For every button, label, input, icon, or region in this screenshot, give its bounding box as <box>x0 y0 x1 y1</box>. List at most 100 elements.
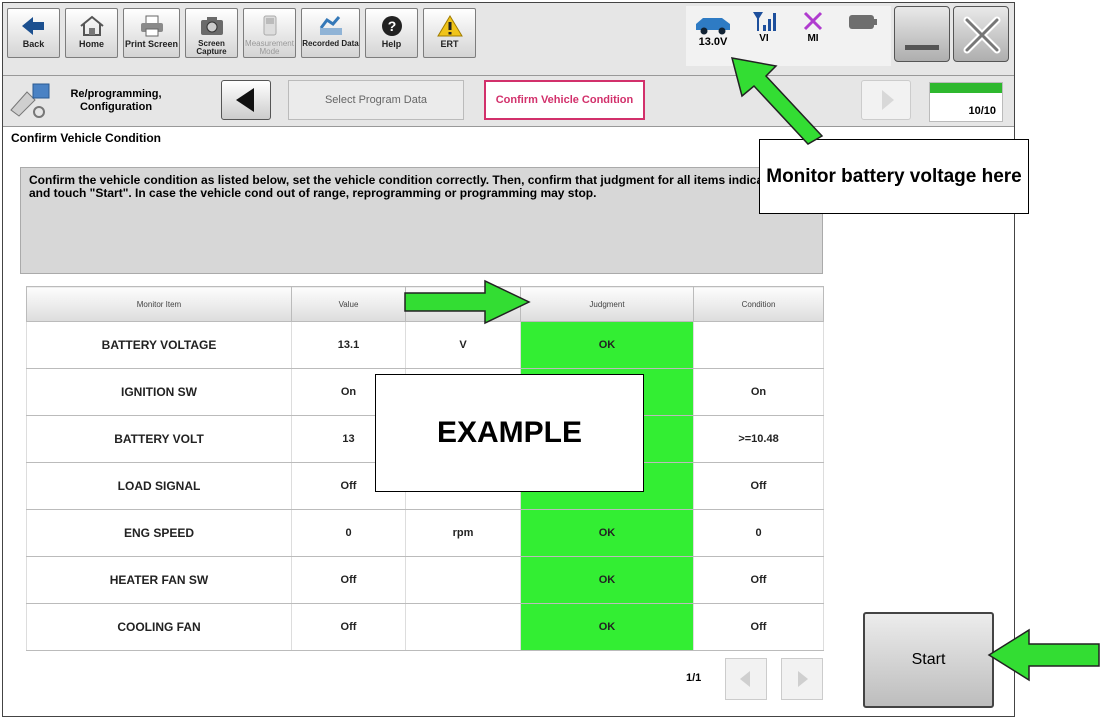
vi-indicator: VI <box>741 6 787 44</box>
judgment-cell: OK <box>520 509 694 557</box>
application-window: Back Home Print Screen Screen Capture Me… <box>2 2 1015 717</box>
vehicle-voltage-indicator: 13.0V <box>690 6 736 48</box>
mi-label: MI <box>807 33 819 44</box>
svg-text:?: ? <box>387 18 396 34</box>
table-row: ENG SPEED 0 rpm OK 0 <box>26 509 824 557</box>
recorded-data-button[interactable]: Recorded Data <box>301 8 360 58</box>
battery-icon <box>849 15 877 29</box>
back-button[interactable]: Back <box>7 8 60 58</box>
monitor-item-cell: BATTERY VOLT <box>26 415 292 463</box>
warning-icon <box>436 15 463 37</box>
column-condition: Condition <box>693 286 824 322</box>
print-screen-label: Print Screen <box>124 39 179 49</box>
monitor-item-cell: BATTERY VOLTAGE <box>26 321 292 369</box>
back-label: Back <box>22 39 45 49</box>
arrow-right-icon <box>404 279 531 325</box>
vi-label: VI <box>759 33 769 44</box>
table-row: BATTERY VOLTAGE 13.1 V OK <box>26 321 824 369</box>
home-button[interactable]: Home <box>65 8 118 58</box>
minimize-button[interactable] <box>894 6 950 62</box>
unit-cell: V <box>405 321 521 369</box>
judgment-cell: OK <box>520 556 694 604</box>
column-monitor-item: Monitor Item <box>26 286 292 322</box>
condition-cell: Off <box>693 603 824 651</box>
instructions-text: Confirm the vehicle condition as listed … <box>20 167 823 274</box>
recorded-data-icon <box>319 16 342 35</box>
column-judgment: Judgment <box>520 286 694 322</box>
close-icon <box>963 16 1001 54</box>
unit-cell: rpm <box>405 509 521 557</box>
monitor-item-cell: HEATER FAN SW <box>26 556 292 604</box>
camera-icon <box>200 17 223 35</box>
table-row: COOLING FAN Off OK Off <box>26 603 824 651</box>
start-button[interactable]: Start <box>863 612 994 708</box>
screen-capture-button[interactable]: Screen Capture <box>185 8 238 58</box>
home-label: Home <box>78 39 104 49</box>
print-screen-button[interactable]: Print Screen <box>123 8 180 58</box>
close-button[interactable] <box>953 6 1009 62</box>
breadcrumb-title: Re/programming, Configuration <box>70 88 162 113</box>
printer-icon <box>140 15 163 37</box>
back-arrow-icon <box>21 17 44 35</box>
help-button[interactable]: ? Help <box>365 8 418 58</box>
measurement-icon <box>263 15 276 36</box>
condition-cell: On <box>693 368 824 416</box>
ert-button[interactable]: ERT <box>423 8 476 58</box>
judgment-cell: OK <box>520 603 694 651</box>
page-indicator: 1/1 <box>686 672 702 684</box>
toolbar: Back Home Print Screen Screen Capture Me… <box>3 3 1014 76</box>
home-icon <box>79 15 104 36</box>
page-previous-button[interactable] <box>725 658 767 700</box>
value-cell: Off <box>291 603 406 651</box>
table-row: HEATER FAN SW Off OK Off <box>26 556 824 604</box>
unit-cell <box>405 603 521 651</box>
condition-cell: >=10.48 <box>693 415 824 463</box>
previous-step-button[interactable] <box>221 80 271 120</box>
progress-indicator: 10/10 <box>929 82 1003 122</box>
step-select-program-data: Select Program Data <box>288 80 464 120</box>
measurement-mode-label: Measurement Mode <box>245 39 294 56</box>
battery-indicator <box>840 6 886 30</box>
progress-bar <box>930 83 1002 93</box>
condition-cell: 0 <box>693 509 824 557</box>
triangle-left-icon <box>740 671 750 687</box>
value-cell: Off <box>291 556 406 604</box>
screen-capture-label: Screen Capture <box>196 39 227 56</box>
judgment-cell: OK <box>520 321 694 369</box>
breadcrumb: Re/programming, Configuration Select Pro… <box>3 76 1014 127</box>
page-next-button[interactable] <box>781 658 823 700</box>
triangle-right-icon <box>798 671 808 687</box>
page-title: Confirm Vehicle Condition <box>11 131 162 145</box>
monitor-item-cell: IGNITION SW <box>26 368 292 416</box>
reprogramming-icon <box>10 83 50 118</box>
recorded-data-label: Recorded Data <box>302 39 359 48</box>
value-cell: 13.1 <box>291 321 406 369</box>
car-icon <box>696 18 730 35</box>
condition-cell: Off <box>693 462 824 510</box>
column-value: Value <box>291 286 406 322</box>
condition-cell <box>693 321 824 369</box>
arrow-left-icon <box>987 628 1100 682</box>
condition-cell: Off <box>693 556 824 604</box>
progress-text: 10/10 <box>968 105 996 117</box>
help-label: Help <box>381 39 402 49</box>
signal-icon <box>753 12 776 31</box>
monitor-item-cell: COOLING FAN <box>26 603 292 651</box>
step-confirm-vehicle-condition: Confirm Vehicle Condition <box>484 80 645 120</box>
triangle-left-icon <box>236 88 254 112</box>
value-cell: 0 <box>291 509 406 557</box>
callout-monitor-battery: Monitor battery voltage here <box>759 139 1029 214</box>
minimize-icon <box>905 45 939 50</box>
monitor-item-cell: ENG SPEED <box>26 509 292 557</box>
example-watermark: EXAMPLE <box>375 374 644 492</box>
next-step-button[interactable] <box>861 80 911 120</box>
arrow-diagonal-icon <box>730 57 824 145</box>
monitor-item-cell: LOAD SIGNAL <box>26 462 292 510</box>
ert-label: ERT <box>440 39 459 49</box>
disconnected-icon <box>803 11 823 31</box>
help-icon: ? <box>381 16 402 36</box>
measurement-mode-button[interactable]: Measurement Mode <box>243 8 296 58</box>
voltage-readout: 13.0V <box>698 36 728 48</box>
unit-cell <box>405 556 521 604</box>
triangle-right-icon <box>882 90 894 110</box>
